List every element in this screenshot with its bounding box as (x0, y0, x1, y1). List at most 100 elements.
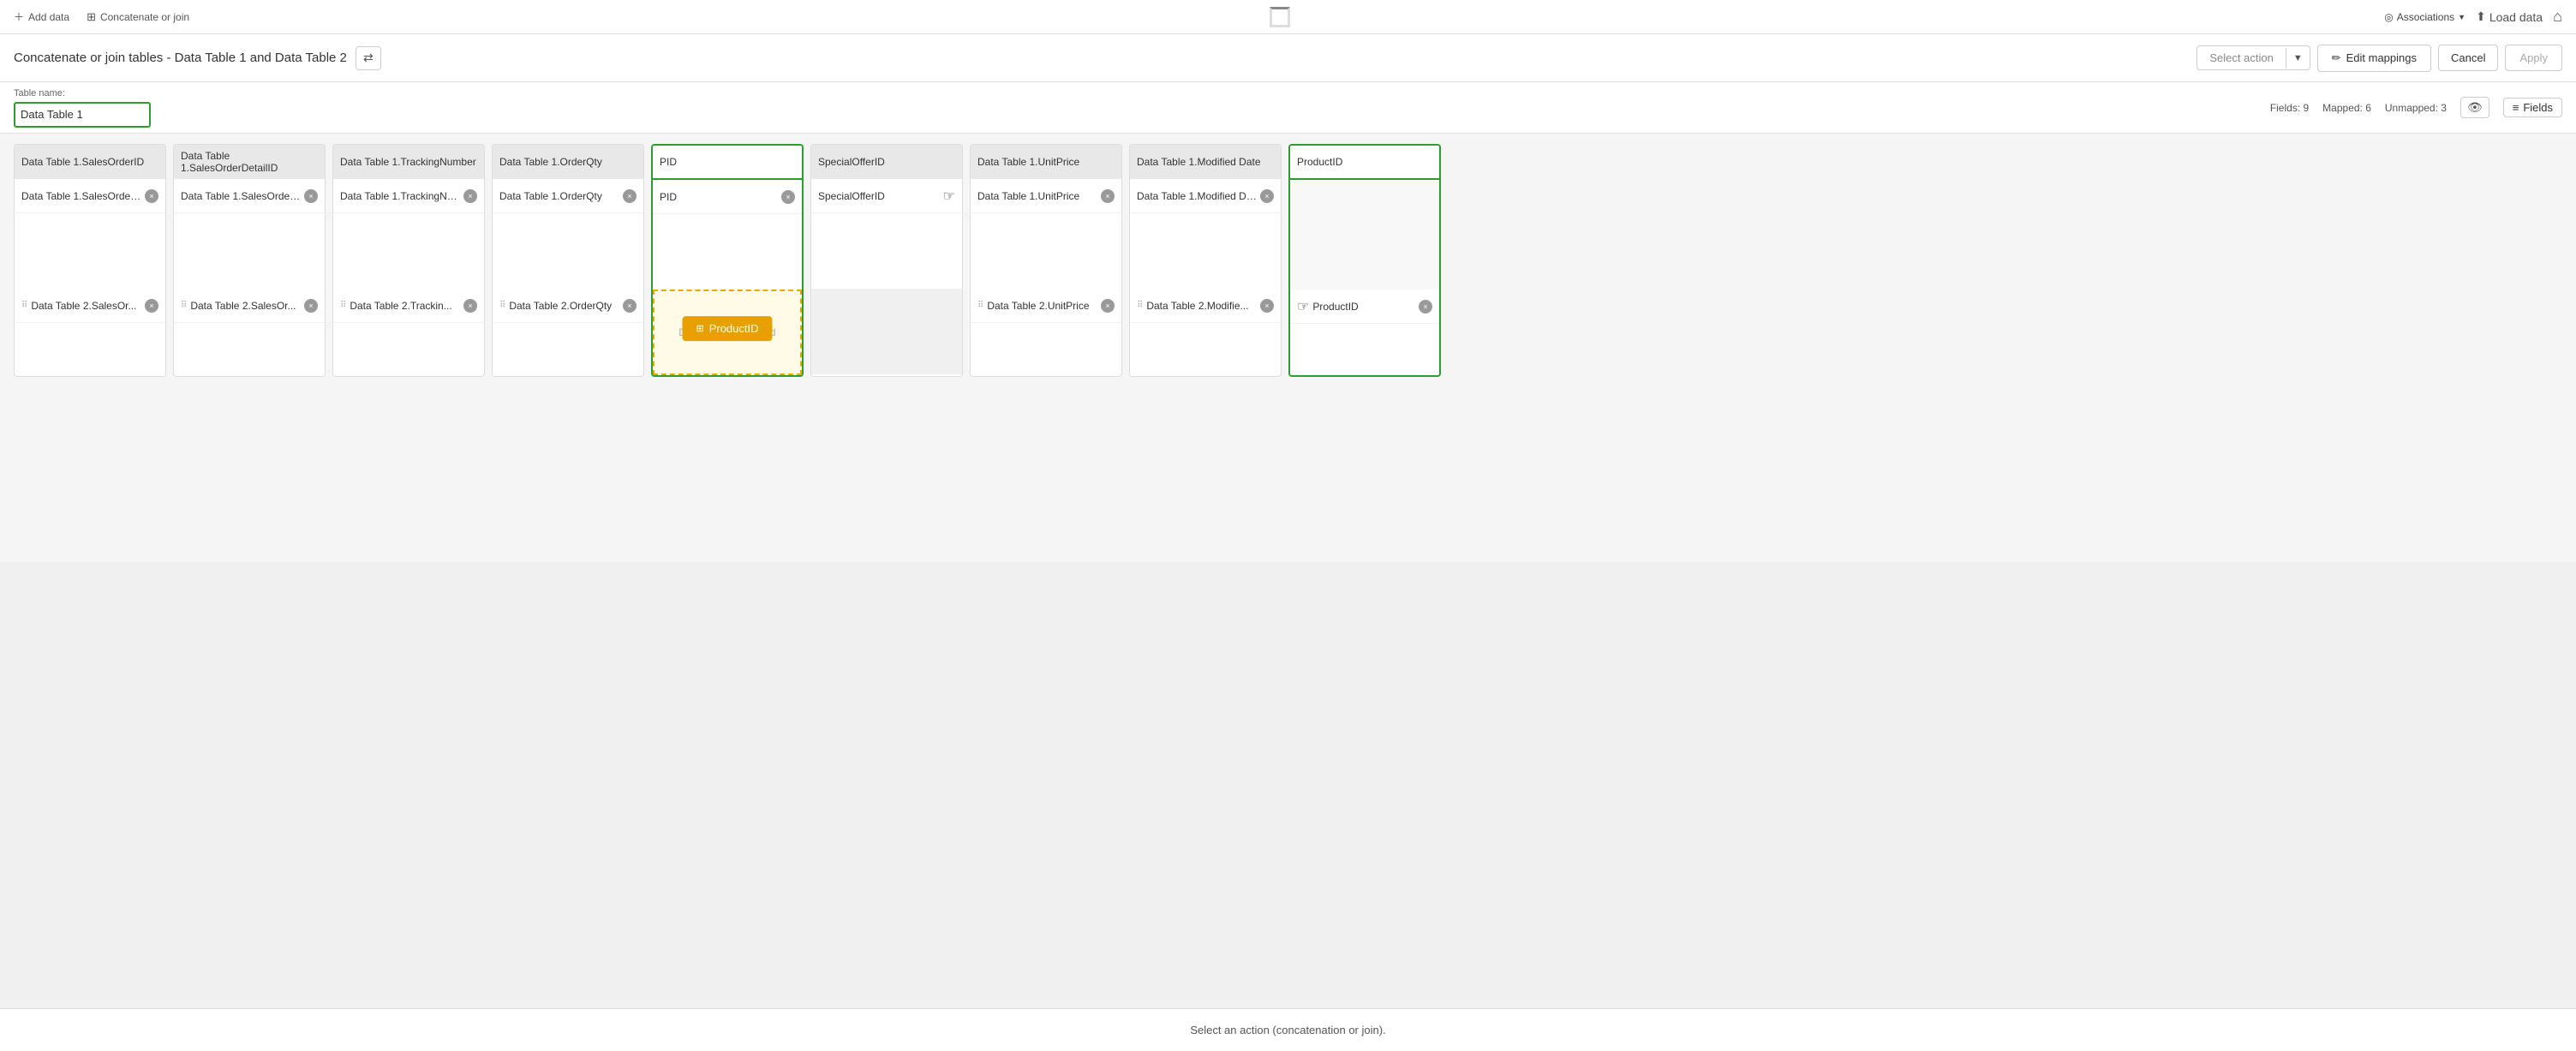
field-name-bottom: Data Table 2.Modifie... (1146, 300, 1257, 312)
concat-icon: ⊞ (87, 10, 96, 24)
drag-handle-icon[interactable]: ⠿ (340, 301, 346, 310)
column-header-productid: ProductID (1290, 146, 1439, 180)
table-name-row: Table name: Fields: 9 Mapped: 6 Unmapped… (0, 82, 2576, 134)
drag-handle-icon[interactable]: ⠿ (977, 301, 983, 310)
swap-button[interactable]: ⇄ (356, 46, 381, 70)
field-name: Data Table 1.Modified Date (1137, 190, 1257, 202)
mapping-area: Data Table 1.SalesOrderID Data Table 1.S… (0, 134, 2576, 562)
add-data-button[interactable]: ＋ Add data (14, 9, 69, 24)
page-title: Concatenate or join tables - Data Table … (14, 51, 347, 65)
field-name: PID (660, 191, 778, 203)
column-title: SpecialOfferID (818, 156, 885, 168)
table-name-input[interactable] (14, 102, 151, 128)
top-nav-right: ◎ Associations ▼ ⬆ Load data ⌂ (2384, 8, 2562, 26)
eye-icon[interactable]: 👁 (2460, 97, 2489, 118)
field-name-bottom: Data Table 2.SalesOr... (190, 300, 301, 312)
column-header-trackingnumber: Data Table 1.TrackingNumber (333, 145, 484, 179)
remove-field-icon[interactable]: × (1101, 189, 1115, 203)
header-left: Concatenate or join tables - Data Table … (14, 46, 381, 70)
remove-field-icon[interactable]: × (145, 189, 158, 203)
concat-join-button[interactable]: ⊞ Concatenate or join (87, 10, 189, 24)
associations-button[interactable]: ◎ Associations ▼ (2384, 11, 2465, 23)
column-orderqty: Data Table 1.OrderQty Data Table 1.Order… (492, 144, 644, 377)
table-name-section: Table name: (14, 88, 151, 128)
columns-container: Data Table 1.SalesOrderID Data Table 1.S… (14, 144, 1441, 377)
remove-field-bottom-icon[interactable]: × (1260, 299, 1274, 313)
drag-handle-icon[interactable]: ⠿ (1137, 301, 1143, 310)
remove-field-icon[interactable]: × (623, 189, 637, 203)
field-row-top: PID × (653, 180, 802, 214)
remove-field-icon[interactable]: × (304, 189, 318, 203)
field-row-bottom: ⠿ Data Table 2.UnitPrice × (971, 289, 1121, 323)
field-name: Data Table 1.OrderQty (499, 190, 619, 202)
select-action-label: Select action (2197, 46, 2285, 69)
field-spacer (333, 213, 484, 289)
home-button[interactable]: ⌂ (2553, 8, 2562, 26)
header-right: Select action ▼ ✏ Edit mappings Cancel A… (2196, 45, 2562, 72)
hand-cursor-icon[interactable]: ☞ (943, 188, 955, 205)
column-header-specialofferid: SpecialOfferID (811, 145, 962, 179)
column-lower-empty (811, 289, 962, 374)
top-nav-left: ＋ Add data ⊞ Concatenate or join (14, 9, 189, 24)
remove-field-bottom-icon[interactable]: × (463, 299, 477, 313)
remove-field-icon[interactable]: × (463, 189, 477, 203)
column-title: Data Table 1.SalesOrderDetailID (181, 150, 318, 174)
field-name-bottom: Data Table 2.OrderQty (509, 300, 619, 312)
field-row-bottom: ☞ ProductID × (1290, 290, 1439, 324)
upload-icon: ⬆ (2476, 9, 2486, 24)
mapped-count: Mapped: 6 (2322, 102, 2371, 114)
field-spacer (971, 213, 1121, 289)
remove-field-bottom-icon[interactable]: × (1101, 299, 1115, 313)
dropdown-arrow-icon[interactable]: ▼ (2286, 48, 2310, 69)
drag-handle-icon[interactable]: ⠿ (181, 301, 187, 310)
field-row-bottom: ⠿ Data Table 2.SalesOr... × (15, 289, 165, 323)
field-row-top: SpecialOfferID ☞ (811, 179, 962, 213)
column-productid: ProductID ☞ ProductID × (1288, 144, 1441, 377)
field-name: Data Table 1.UnitPrice (977, 190, 1097, 202)
column-header-salesorderdetailid: Data Table 1.SalesOrderDetailID (174, 145, 325, 179)
cancel-button[interactable]: Cancel (2438, 45, 2498, 71)
field-spacer (15, 213, 165, 289)
column-title: Data Table 1.UnitPrice (977, 156, 1079, 168)
drag-handle-icon[interactable]: ⠿ (499, 301, 505, 310)
remove-field-bottom-icon[interactable]: × (145, 299, 158, 313)
fields-button[interactable]: ≡ Fields (2503, 98, 2562, 117)
field-name: Data Table 1.SalesOrder... (181, 190, 301, 202)
field-row-bottom: ⠿ Data Table 2.Trackin... × (333, 289, 484, 323)
field-name: SpecialOfferID (818, 190, 943, 202)
apply-button[interactable]: Apply (2505, 45, 2562, 71)
header-bar: Concatenate or join tables - Data Table … (0, 34, 2576, 82)
top-nav: ＋ Add data ⊞ Concatenate or join ◎ Assoc… (0, 0, 2576, 34)
column-pid: PID PID × Drop to map this field ⊞ Produ… (651, 144, 804, 377)
status-bar: Select an action (concatenation or join)… (0, 1008, 2576, 1051)
remove-field-bottom-icon[interactable]: × (304, 299, 318, 313)
field-name-bottom: Data Table 2.SalesOr... (31, 300, 141, 312)
remove-field-bottom-icon[interactable]: × (623, 299, 637, 313)
load-data-button[interactable]: ⬆ Load data (2476, 9, 2543, 24)
field-row-top: Data Table 1.UnitPrice × (971, 179, 1121, 213)
column-header-orderqty: Data Table 1.OrderQty (493, 145, 643, 179)
remove-field-bottom-icon[interactable]: × (1419, 300, 1432, 314)
column-unitprice: Data Table 1.UnitPrice Data Table 1.Unit… (970, 144, 1122, 377)
unmapped-count: Unmapped: 3 (2385, 102, 2447, 114)
field-name-bottom: Data Table 2.Trackin... (350, 300, 460, 312)
remove-field-icon[interactable]: × (1260, 189, 1274, 203)
hand-cursor-icon[interactable]: ☞ (1297, 298, 1309, 315)
edit-mappings-button[interactable]: ✏ Edit mappings (2317, 45, 2431, 72)
column-title: Data Table 1.OrderQty (499, 156, 602, 168)
plus-icon: ＋ (14, 9, 24, 24)
column-top-empty (1290, 180, 1439, 290)
remove-field-icon[interactable]: × (781, 190, 795, 204)
field-spacer (174, 213, 325, 289)
column-title: PID (660, 156, 677, 168)
drop-zone-text: Drop to map this field (678, 326, 775, 338)
column-header-pid: PID (653, 146, 802, 180)
drag-handle-icon[interactable]: ⠿ (21, 301, 27, 310)
column-modifieddate: Data Table 1.Modified Date Data Table 1.… (1129, 144, 1282, 377)
drop-zone[interactable]: Drop to map this field ⊞ ProductID (653, 290, 802, 375)
list-icon: ≡ (2513, 101, 2519, 114)
fields-stats: Fields: 9 Mapped: 6 Unmapped: 3 👁 ≡ Fiel… (2270, 97, 2562, 118)
loading-spinner (1270, 7, 1290, 27)
field-row-bottom: ⠿ Data Table 2.OrderQty × (493, 289, 643, 323)
select-action-dropdown[interactable]: Select action ▼ (2196, 45, 2310, 70)
